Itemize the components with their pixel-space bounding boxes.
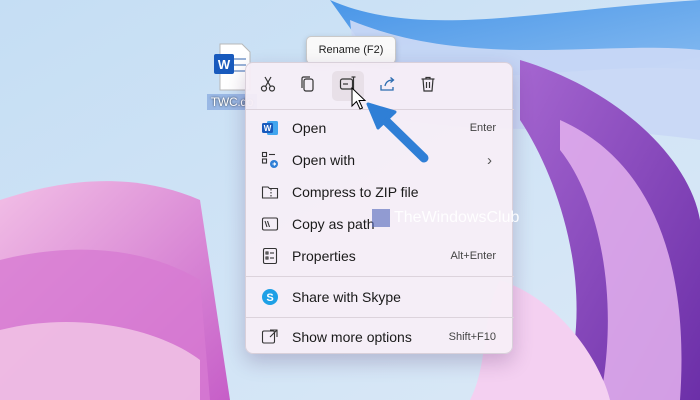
- svg-text:W: W: [264, 124, 272, 133]
- menu-item-open-with[interactable]: Open with ›: [250, 145, 508, 175]
- menu-item-shortcut: Enter: [469, 122, 496, 134]
- tooltip-text: Rename (F2): [318, 44, 384, 56]
- rename-button[interactable]: [332, 71, 364, 101]
- menu-divider: [246, 109, 514, 110]
- menu-divider: [246, 317, 514, 318]
- menu-item-label: Share with Skype: [292, 289, 401, 305]
- menu-item-compress-zip[interactable]: Compress to ZIP file: [250, 177, 508, 207]
- properties-icon: [260, 246, 280, 266]
- menu-item-share-skype[interactable]: S Share with Skype: [250, 282, 508, 312]
- menu-item-shortcut: Alt+Enter: [450, 250, 496, 262]
- more-options-icon: [260, 327, 280, 347]
- watermark: TheWindowsClub: [372, 209, 519, 227]
- copy-path-icon: [260, 214, 280, 234]
- menu-item-label: Open: [292, 120, 327, 136]
- menu-item-label: Open with: [292, 152, 356, 168]
- share-button[interactable]: [372, 71, 404, 101]
- menu-toolbar: [252, 71, 444, 101]
- scissors-icon: [259, 75, 277, 98]
- menu-item-label: Compress to ZIP file: [292, 184, 419, 200]
- watermark-text: TheWindowsClub: [394, 209, 520, 226]
- windowsclub-logo-icon: [372, 209, 390, 227]
- delete-button[interactable]: [412, 71, 444, 101]
- menu-item-label: Show more options: [292, 329, 412, 345]
- menu-divider: [246, 276, 514, 277]
- word-icon: W: [260, 118, 280, 138]
- share-icon: [379, 75, 397, 98]
- zip-folder-icon: [260, 182, 280, 202]
- menu-item-open[interactable]: W Open Enter: [250, 113, 508, 143]
- svg-text:S: S: [266, 292, 273, 304]
- context-menu: W Open Enter Open with › Compress to ZIP…: [245, 62, 514, 354]
- copy-icon: [299, 75, 317, 98]
- rename-tooltip: Rename (F2): [306, 36, 396, 64]
- open-with-icon: [260, 150, 280, 170]
- menu-item-show-more-options[interactable]: Show more options Shift+F10: [250, 322, 508, 352]
- chevron-right-icon: ›: [487, 151, 492, 169]
- cut-button[interactable]: [252, 71, 284, 101]
- trash-icon: [419, 75, 437, 98]
- menu-item-label: Properties: [292, 248, 356, 264]
- skype-icon: S: [260, 287, 280, 307]
- menu-item-properties[interactable]: Properties Alt+Enter: [250, 241, 508, 271]
- svg-text:W: W: [218, 57, 231, 72]
- copy-button[interactable]: [292, 71, 324, 101]
- rename-icon: [339, 75, 357, 98]
- menu-item-shortcut: Shift+F10: [448, 331, 496, 343]
